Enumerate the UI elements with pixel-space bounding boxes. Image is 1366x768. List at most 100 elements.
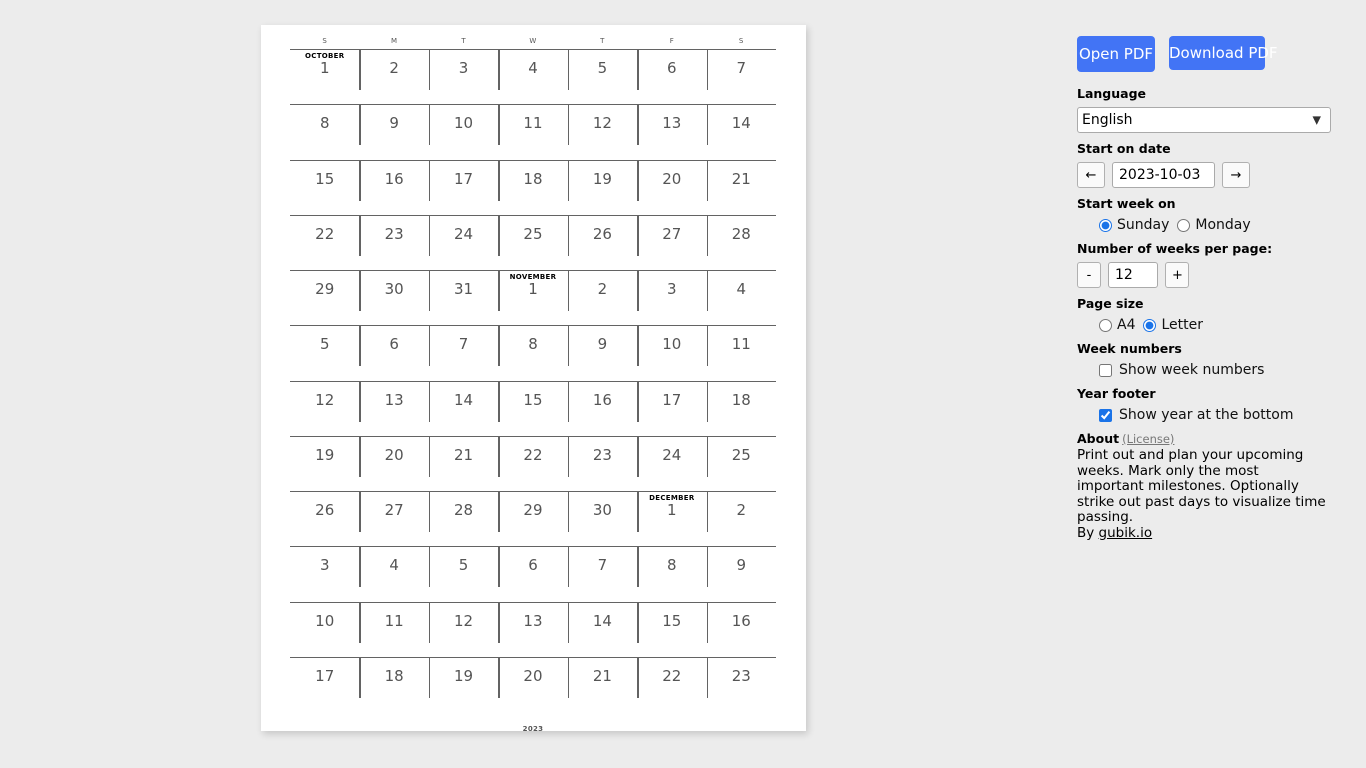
calendar-day-cell[interactable]: 12 (567, 105, 637, 159)
calendar-day-cell[interactable]: 4 (498, 50, 567, 104)
calendar-day-cell[interactable]: 21 (428, 436, 498, 491)
calendar-day-cell[interactable]: 3 (290, 547, 359, 601)
open-pdf-button[interactable]: Open PDF (1077, 36, 1155, 72)
next-date-button[interactable]: → (1222, 162, 1250, 188)
radio-sunday-input[interactable] (1099, 218, 1112, 232)
calendar-day-cell[interactable]: 2 (706, 492, 776, 546)
calendar-day-cell[interactable]: OCTOBER 1 (290, 50, 359, 104)
calendar-day-cell[interactable]: 13 (498, 602, 567, 657)
calendar-day-cell[interactable]: 11 (498, 105, 567, 159)
license-link[interactable]: (License) (1122, 432, 1174, 446)
calendar-day-cell[interactable]: 25 (706, 436, 776, 491)
calendar-day-cell[interactable]: 22 (498, 436, 567, 491)
radio-letter[interactable]: Letter (1143, 317, 1203, 333)
show-week-numbers-input[interactable] (1099, 363, 1112, 377)
calendar-day-cell[interactable]: 24 (428, 215, 498, 270)
calendar-day-cell[interactable]: 16 (567, 381, 637, 436)
calendar-day-cell[interactable]: 22 (290, 216, 359, 270)
calendar-day-cell[interactable]: 21 (706, 160, 776, 215)
calendar-day-cell[interactable]: 4 (359, 547, 428, 601)
increment-weeks-button[interactable]: + (1165, 262, 1189, 288)
calendar-day-cell[interactable]: 12 (428, 602, 498, 657)
calendar-day-cell[interactable]: 10 (637, 326, 706, 380)
calendar-day-cell[interactable]: 10 (290, 603, 359, 657)
radio-monday[interactable]: Monday (1177, 217, 1251, 233)
calendar-day-cell[interactable]: 17 (428, 160, 498, 215)
previous-date-button[interactable]: ← (1077, 162, 1105, 188)
decrement-weeks-button[interactable]: - (1077, 262, 1101, 288)
calendar-day-cell[interactable]: 15 (498, 381, 567, 436)
calendar-day-cell[interactable]: 18 (706, 381, 776, 436)
calendar-day-cell[interactable]: 10 (428, 105, 498, 159)
calendar-day-cell[interactable]: 16 (706, 602, 776, 657)
calendar-day-cell[interactable]: 9 (359, 105, 428, 159)
calendar-day-cell[interactable]: 5 (290, 326, 359, 380)
calendar-day-cell[interactable]: 7 (706, 50, 776, 104)
calendar-day-cell[interactable]: 6 (359, 326, 428, 380)
calendar-day-cell[interactable]: 9 (567, 326, 637, 380)
calendar-day-cell[interactable]: 15 (637, 602, 706, 657)
calendar-day-cell[interactable]: 5 (428, 547, 498, 601)
calendar-day-cell[interactable]: 14 (428, 381, 498, 436)
calendar-day-cell[interactable]: 5 (567, 50, 637, 104)
calendar-day-cell[interactable]: 18 (359, 657, 428, 712)
calendar-day-cell[interactable]: 23 (567, 436, 637, 491)
calendar-day-cell[interactable]: 12 (290, 382, 359, 436)
calendar-day-cell[interactable]: 6 (498, 547, 567, 601)
calendar-day-cell[interactable]: 23 (359, 215, 428, 270)
author-link[interactable]: gubik.io (1099, 525, 1153, 541)
calendar-day-cell[interactable]: 19 (290, 437, 359, 491)
calendar-day-cell[interactable]: 2 (359, 50, 428, 104)
calendar-day-cell[interactable]: 17 (637, 381, 706, 436)
calendar-day-cell[interactable]: 2 (567, 271, 637, 325)
calendar-day-cell[interactable]: 13 (637, 105, 706, 159)
calendar-day-cell[interactable]: 6 (637, 50, 706, 104)
calendar-day-cell[interactable]: 28 (428, 492, 498, 546)
calendar-day-cell[interactable]: 27 (637, 215, 706, 270)
calendar-day-cell[interactable]: 25 (498, 215, 567, 270)
calendar-day-cell[interactable]: 23 (706, 657, 776, 712)
radio-letter-input[interactable] (1143, 318, 1157, 332)
calendar-day-cell[interactable]: 20 (359, 436, 428, 491)
calendar-day-cell[interactable]: 26 (290, 492, 359, 546)
show-week-numbers-checkbox[interactable]: Show week numbers (1099, 362, 1264, 378)
calendar-day-cell[interactable]: 17 (290, 658, 359, 712)
calendar-day-cell[interactable]: 14 (567, 602, 637, 657)
calendar-day-cell[interactable]: 13 (359, 381, 428, 436)
calendar-day-cell[interactable]: 3 (637, 271, 706, 325)
calendar-day-cell[interactable]: 7 (428, 326, 498, 380)
calendar-day-cell[interactable]: 21 (567, 657, 637, 712)
calendar-day-cell[interactable]: 14 (706, 105, 776, 159)
radio-a4[interactable]: A4 (1099, 317, 1135, 333)
weeks-per-page-input[interactable] (1108, 262, 1158, 288)
calendar-day-cell[interactable]: 8 (498, 326, 567, 380)
calendar-day-cell[interactable]: 16 (359, 160, 428, 215)
calendar-day-cell[interactable]: 24 (637, 436, 706, 491)
calendar-day-cell[interactable]: 20 (637, 160, 706, 215)
calendar-day-cell[interactable]: 30 (359, 271, 428, 325)
language-select[interactable]: English (1077, 107, 1331, 133)
calendar-day-cell[interactable]: DECEMBER 1 (637, 492, 706, 546)
calendar-day-cell[interactable]: 8 (637, 547, 706, 601)
calendar-day-cell[interactable]: 7 (567, 547, 637, 601)
radio-monday-input[interactable] (1177, 218, 1191, 232)
radio-a4-input[interactable] (1099, 318, 1112, 332)
calendar-day-cell[interactable]: 11 (359, 602, 428, 657)
calendar-day-cell[interactable]: 22 (637, 657, 706, 712)
calendar-day-cell[interactable]: 29 (498, 492, 567, 546)
calendar-day-cell[interactable]: 30 (567, 492, 637, 546)
calendar-day-cell[interactable]: 27 (359, 492, 428, 546)
calendar-day-cell[interactable]: 8 (290, 105, 359, 159)
calendar-day-cell[interactable]: 19 (428, 657, 498, 712)
calendar-day-cell[interactable]: 15 (290, 161, 359, 215)
calendar-day-cell[interactable]: 18 (498, 160, 567, 215)
start-date-input[interactable] (1112, 162, 1215, 188)
calendar-day-cell[interactable]: NOVEMBER 1 (498, 271, 567, 325)
show-year-input[interactable] (1099, 408, 1112, 422)
calendar-day-cell[interactable]: 11 (706, 326, 776, 380)
calendar-day-cell[interactable]: 4 (706, 271, 776, 325)
radio-sunday[interactable]: Sunday (1099, 217, 1169, 233)
calendar-day-cell[interactable]: 26 (567, 215, 637, 270)
calendar-day-cell[interactable]: 3 (428, 50, 498, 104)
calendar-day-cell[interactable]: 28 (706, 215, 776, 270)
